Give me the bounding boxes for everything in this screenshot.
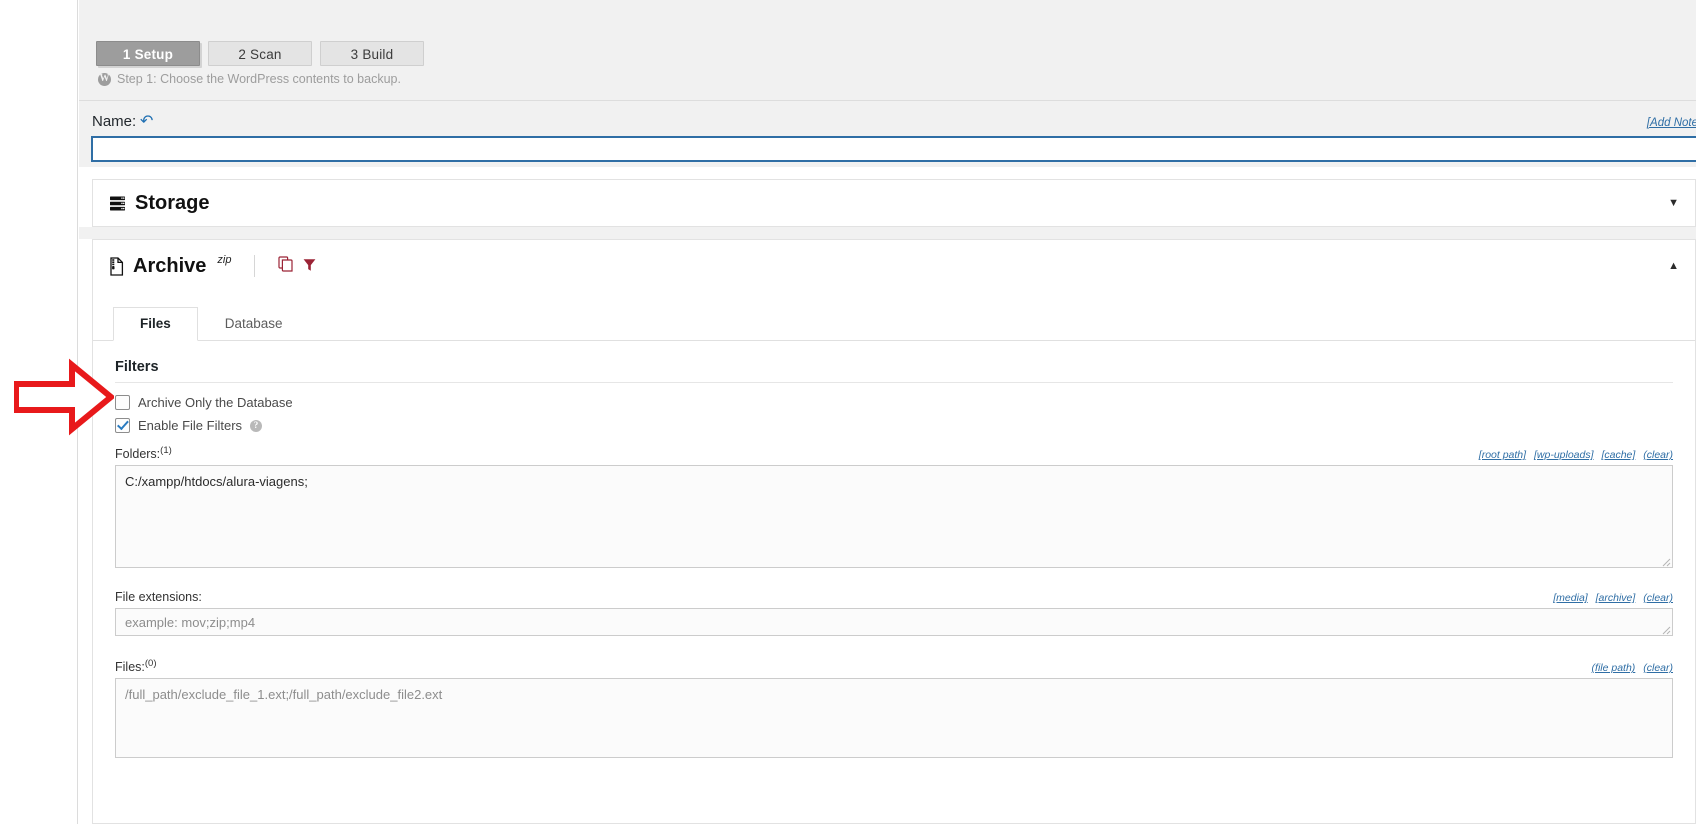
name-label-group: Name: ↷ [92, 113, 154, 131]
extensions-input[interactable] [115, 608, 1673, 637]
step-description: W Step 1: Choose the WordPress contents … [98, 72, 401, 86]
files-field-head: Files:(0) (file path) (clear) [115, 658, 1673, 674]
add-note-link[interactable]: [Add Note [1647, 117, 1696, 129]
archive-header-tools [278, 255, 316, 278]
chevron-down-icon[interactable]: ▼ [1668, 197, 1679, 209]
archive-tabs: Files Database [93, 292, 1695, 341]
enable-file-filters-checkbox[interactable] [115, 418, 130, 433]
folders-field-block: Folders:(1) [root path] [wp-uploads] [ca… [115, 445, 1673, 569]
storage-panel-header[interactable]: Storage ▼ [93, 180, 1695, 226]
wordpress-icon: W [98, 72, 111, 86]
archive-zip-icon [109, 256, 124, 276]
name-section: Name: ↷ [Add Note [79, 101, 1696, 167]
folders-label: Folders: [115, 447, 161, 462]
folders-count: (1) [160, 445, 172, 456]
link-folders-clear[interactable]: (clear) [1643, 449, 1673, 461]
filters-heading: Filters [115, 359, 1673, 383]
folders-textarea[interactable] [115, 465, 1673, 569]
archive-only-database-label: Archive Only the Database [138, 395, 293, 410]
filters-section: Filters Archive Only the Database Enable… [93, 341, 1695, 759]
extensions-field-head: File extensions: [media] [archive] (clea… [115, 590, 1673, 604]
files-label-group: Files:(0) [115, 658, 157, 674]
folders-label-group: Folders:(1) [115, 445, 172, 461]
link-root-path[interactable]: [root path] [1479, 449, 1526, 461]
red-arrow-pointer [13, 358, 116, 441]
archive-panel-header[interactable]: Archive zip ▲ [93, 240, 1695, 292]
link-wp-uploads[interactable]: [wp-uploads] [1534, 449, 1594, 461]
folders-quick-links: [root path] [wp-uploads] [cache] (clear) [1474, 449, 1673, 461]
archive-panel-title-group: Archive zip [109, 254, 316, 278]
extensions-label: File extensions: [115, 590, 202, 605]
step-tab-scan[interactable]: 2 Scan [208, 41, 312, 66]
archive-format-label: zip [217, 254, 232, 266]
add-note-link-text[interactable]: [Add Note [1647, 117, 1696, 129]
link-files-clear[interactable]: (clear) [1643, 662, 1673, 674]
link-archive[interactable]: [archive] [1596, 592, 1636, 604]
storage-panel-title: Storage [135, 191, 210, 214]
help-icon[interactable]: ? [250, 419, 263, 432]
tab-database[interactable]: Database [198, 307, 310, 341]
link-media[interactable]: [media] [1553, 592, 1587, 604]
link-extensions-clear[interactable]: (clear) [1643, 592, 1673, 604]
step-tabs: 1 Setup 2 Scan 3 Build [96, 41, 432, 66]
step-tabs-strip: 1 Setup 2 Scan 3 Build W Step 1: Choose … [79, 0, 1696, 101]
files-field-block: Files:(0) (file path) (clear) [115, 658, 1673, 759]
files-quick-links: (file path) (clear) [1587, 662, 1673, 674]
extensions-field-block: File extensions: [media] [archive] (clea… [115, 590, 1673, 637]
files-textarea[interactable] [115, 678, 1673, 759]
storage-panel-title-group: Storage [109, 192, 209, 215]
files-label: Files: [115, 660, 145, 675]
chevron-up-icon[interactable]: ▲ [1668, 260, 1679, 272]
folders-field-head: Folders:(1) [root path] [wp-uploads] [ca… [115, 445, 1673, 461]
panel-separator [79, 227, 1696, 239]
name-input[interactable] [91, 136, 1696, 162]
server-rack-icon [109, 195, 126, 212]
checkbox-row-archive-only-database[interactable]: Archive Only the Database [115, 395, 1673, 410]
archive-panel: Archive zip ▲ Files Database Filters Arc… [92, 239, 1696, 824]
extensions-quick-links: [media] [archive] (clear) [1548, 592, 1673, 604]
funnel-icon[interactable] [303, 255, 316, 278]
name-label: Name: [92, 113, 137, 130]
duplicator-backup-setup-page: 1 Setup 2 Scan 3 Build W Step 1: Choose … [0, 0, 1696, 824]
archive-only-database-checkbox[interactable] [115, 395, 130, 410]
link-file-path[interactable]: (file path) [1592, 662, 1636, 674]
checkbox-row-enable-file-filters[interactable]: Enable File Filters ? [115, 418, 1673, 433]
archive-panel-title: Archive [133, 254, 207, 277]
enable-file-filters-label: Enable File Filters [138, 418, 243, 433]
link-cache[interactable]: [cache] [1601, 449, 1635, 461]
tab-files[interactable]: Files [113, 307, 198, 341]
reset-arrow-icon[interactable]: ↷ [140, 113, 153, 130]
step-tab-setup[interactable]: 1 Setup [96, 41, 200, 66]
storage-panel[interactable]: Storage ▼ [92, 179, 1696, 227]
header-divider [254, 255, 256, 277]
copy-icon[interactable] [278, 255, 294, 278]
files-count: (0) [144, 658, 157, 670]
step-tab-build[interactable]: 3 Build [320, 41, 424, 66]
step-description-text: Step 1: Choose the WordPress contents to… [117, 72, 401, 86]
